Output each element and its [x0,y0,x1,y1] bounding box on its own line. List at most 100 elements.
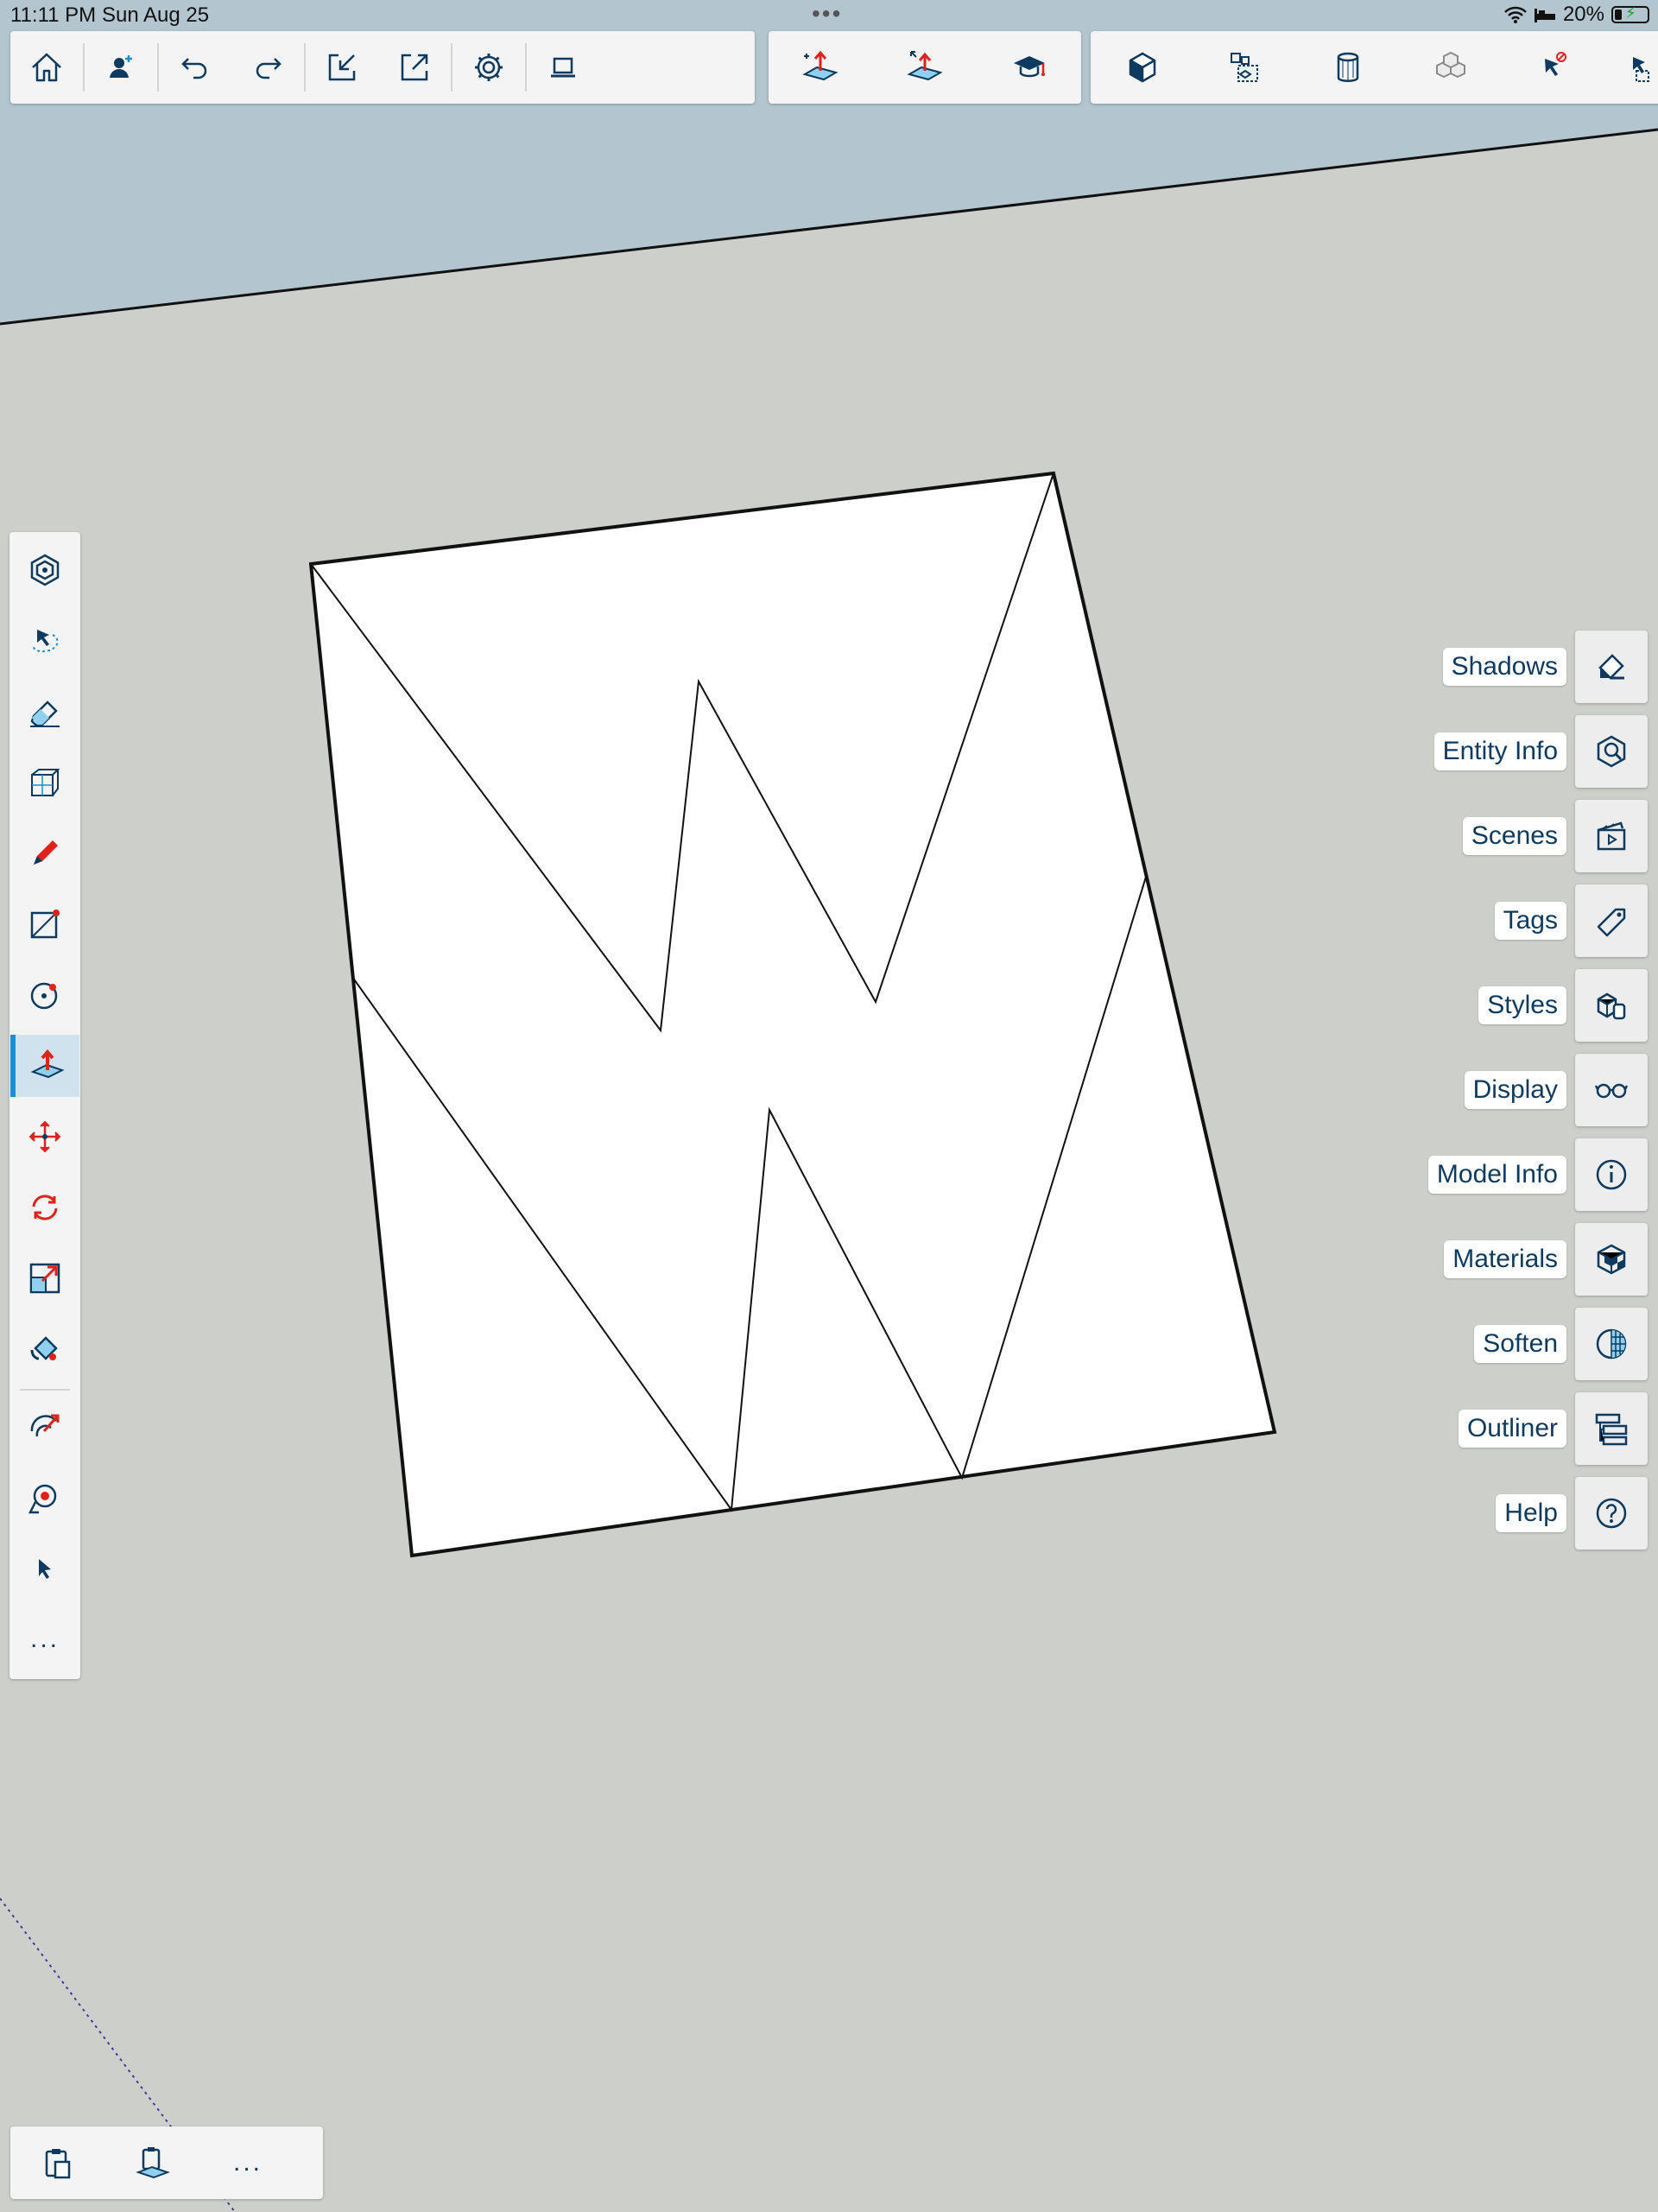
sidebar-divider [20,1389,70,1391]
add-user-button[interactable] [85,31,157,104]
lasso-select-button[interactable] [9,610,80,672]
outliner-button[interactable] [1575,1392,1648,1465]
move-icon [28,1120,61,1153]
panel-label-display[interactable]: Display [1464,1071,1566,1109]
follow-me-button[interactable] [9,1396,80,1458]
home-button[interactable] [10,31,83,104]
face-model[interactable] [308,471,1277,1558]
extension-toolbar [769,31,1081,104]
more-tools-button[interactable]: ... [9,1608,80,1670]
paint-bucket-button[interactable] [9,1318,80,1380]
wifi-icon [1504,6,1527,23]
select-arrow-icon [39,1559,51,1579]
entity-info-icon [1597,735,1626,768]
materials-button[interactable] [1575,1223,1648,1296]
panel-label-materials[interactable]: Materials [1444,1240,1566,1278]
settings-button[interactable] [452,31,525,104]
export-icon [401,54,428,81]
undo-button[interactable] [159,31,231,104]
eraser-button[interactable] [9,681,80,743]
instructor-button[interactable] [993,31,1066,104]
panel-row-help: Help [1496,1477,1648,1550]
lasso-select-icon [32,630,59,653]
status-time: 11:11 PM [10,3,97,27]
panel-label-help[interactable]: Help [1496,1494,1566,1532]
move-face-icon [907,51,943,81]
push-pull-tool-button[interactable] [10,1035,79,1097]
pencil-button[interactable] [9,822,80,884]
scenes-button[interactable] [1575,800,1648,872]
panel-label-tags[interactable]: Tags [1494,902,1566,940]
select-button[interactable] [9,1537,80,1600]
panel-row-display: Display [1464,1054,1648,1126]
orbit-tool-button[interactable] [9,539,80,601]
push-pull-button[interactable] [784,31,857,104]
cube-tool-button[interactable] [9,751,80,814]
outliner-icon [1595,1413,1628,1446]
soften-button[interactable] [1575,1308,1648,1380]
clipboard-icon [45,2149,71,2179]
panel-label-styles[interactable]: Styles [1478,986,1566,1024]
tape-measure-button[interactable] [9,1467,80,1529]
bottom-more-button[interactable]: ... [200,2126,295,2199]
add-user-icon [110,55,132,78]
circle-icon [30,982,58,1010]
panel-row-outliner: Outliner [1458,1392,1648,1465]
model-viewport[interactable] [0,0,1658,2212]
follow-me-icon [30,1414,60,1437]
tools-sidebar: ... [9,532,80,1679]
cubes-button[interactable] [1414,31,1487,104]
paste-in-place-button[interactable] [105,2126,200,2199]
panel-label-scenes[interactable]: Scenes [1462,817,1566,855]
move-face-button[interactable] [889,31,961,104]
shadows-button[interactable] [1575,631,1648,703]
shadows-icon [1598,654,1624,680]
more-icon: ... [29,1625,60,1653]
overflow-tool-button[interactable] [1620,31,1655,104]
multitasking-dots[interactable]: ••• [812,0,842,28]
help-button[interactable] [1575,1477,1648,1550]
panel-row-entity-info: Entity Info [1433,715,1648,788]
clipboard-button[interactable] [10,2126,105,2199]
model-info-icon [1596,1159,1627,1190]
panel-label-soften[interactable]: Soften [1474,1325,1566,1363]
component-button[interactable] [1209,31,1281,104]
select-filter-button[interactable] [1517,31,1590,104]
rectangle-button[interactable] [9,893,80,955]
export-button[interactable] [378,31,451,104]
panel-row-soften: Soften [1474,1308,1648,1380]
laptop-icon [551,57,575,78]
entity-info-button[interactable] [1575,715,1648,788]
component-icon [1230,53,1258,82]
panel-label-outliner[interactable]: Outliner [1458,1410,1566,1448]
cylinder-button[interactable] [1312,31,1384,104]
import-icon [328,54,356,81]
battery-percent: 20% [1562,3,1604,26]
instructor-icon [1013,56,1045,78]
panel-label-entity-info[interactable]: Entity Info [1433,732,1566,770]
tags-icon [1597,908,1626,937]
scale-button[interactable] [9,1247,80,1309]
rotate-icon [32,1195,58,1220]
model-info-button[interactable] [1575,1138,1648,1211]
more-icon: ... [232,2148,263,2177]
model-face[interactable] [308,471,1277,1558]
move-button[interactable] [9,1106,80,1168]
redo-button[interactable] [231,31,304,104]
device-button[interactable] [527,31,599,104]
panel-row-materials: Materials [1444,1223,1648,1296]
display-button[interactable] [1575,1054,1648,1126]
select-filter-icon [1544,52,1566,76]
styles-button[interactable] [1575,969,1648,1042]
status-bar: 11:11 PM Sun Aug 25 ••• 20% ⚡ [0,0,1658,31]
styles-icon [1597,992,1626,1020]
tags-button[interactable] [1575,884,1648,957]
rotate-button[interactable] [9,1176,80,1239]
scale-icon [29,1263,60,1294]
circle-button[interactable] [9,964,80,1026]
panel-label-model-info[interactable]: Model Info [1427,1156,1566,1194]
panel-label-shadows[interactable]: Shadows [1442,648,1566,686]
solid-inspector-button[interactable] [1106,31,1179,104]
soften-icon [1596,1328,1627,1360]
import-button[interactable] [306,31,378,104]
